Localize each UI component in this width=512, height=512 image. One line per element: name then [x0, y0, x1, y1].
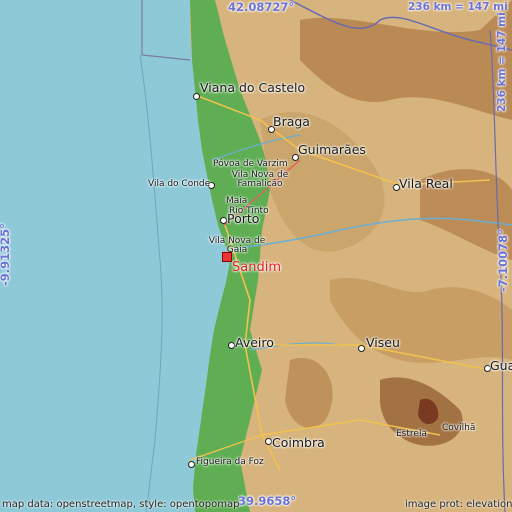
city-label-estrela: Estrela — [396, 429, 427, 439]
coord-bottom: 39.9658° — [238, 494, 297, 508]
coord-right: -7.10078° — [496, 229, 510, 292]
city-label-vila-nova-de-gaia: Vila Nova de Gaia — [208, 236, 266, 256]
scale-vertical: 236 km = 147 mi — [496, 12, 508, 112]
city-label-vila-nova-de-famalicao: Vila Nova de Famalicão — [231, 170, 289, 190]
attribution-right: image prot: elevation.city — [405, 499, 512, 510]
city-dot-viana — [193, 93, 200, 100]
city-label-aveiro: Aveiro — [235, 335, 274, 350]
city-label-coimbra: Coimbra — [272, 435, 325, 450]
city-label-covilha: Covilhã — [442, 423, 476, 433]
city-label-rio-tinto: Rio Tinto — [229, 206, 269, 216]
scale-horizontal: 236 km = 147 mi — [408, 1, 508, 13]
city-dot-aveiro — [228, 342, 235, 349]
city-dot-coimbra — [265, 438, 272, 445]
city-label-povoa-de-varzim: Póvoa de Varzim — [213, 159, 288, 169]
location-marker[interactable] — [222, 252, 232, 262]
coord-left: -9.91325° — [0, 223, 12, 286]
city-label-viana-do-castelo: Viana do Castelo — [200, 80, 306, 95]
city-label-viseu: Viseu — [366, 335, 400, 350]
city-label-guarda: Guarda — [490, 358, 512, 373]
focus-place-label: Sandim — [232, 260, 281, 275]
city-dot-porto — [220, 217, 227, 224]
city-label-braga: Braga — [273, 114, 310, 129]
city-label-figueira-da-foz: Figueira da Foz — [196, 457, 264, 467]
city-label-vila-real: Vila Real — [399, 176, 453, 191]
terrain-layer — [0, 0, 512, 512]
city-label-vila-do-conde: Vila do Conde — [148, 179, 211, 189]
map-view[interactable]: Viana do Castelo Braga Guimarães Póvoa d… — [0, 0, 512, 512]
city-label-guimaraes: Guimarães — [298, 142, 366, 157]
city-dot-viseu — [358, 345, 365, 352]
city-dot-figueira — [188, 461, 195, 468]
attribution-left: map data: openstreetmap, style: opentopo… — [2, 499, 240, 510]
coord-top: 42.08727° — [228, 0, 295, 14]
